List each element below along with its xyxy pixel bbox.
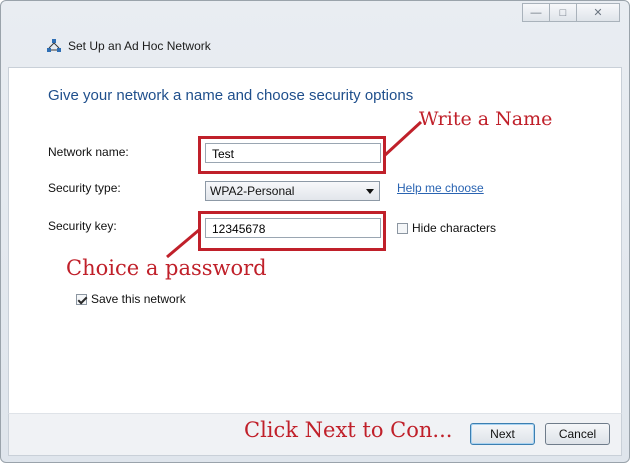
annotation-write-name: Write a Name xyxy=(419,108,553,130)
annotation-choose-password: Choice a password xyxy=(66,256,267,280)
annotation-click-next: Click Next to Con... xyxy=(244,418,453,442)
next-button[interactable]: Next xyxy=(470,423,535,445)
arrow-to-name xyxy=(382,120,423,158)
arrow-to-key xyxy=(166,228,200,259)
cancel-button[interactable]: Cancel xyxy=(545,423,610,445)
annotation-arrows xyxy=(166,120,423,259)
